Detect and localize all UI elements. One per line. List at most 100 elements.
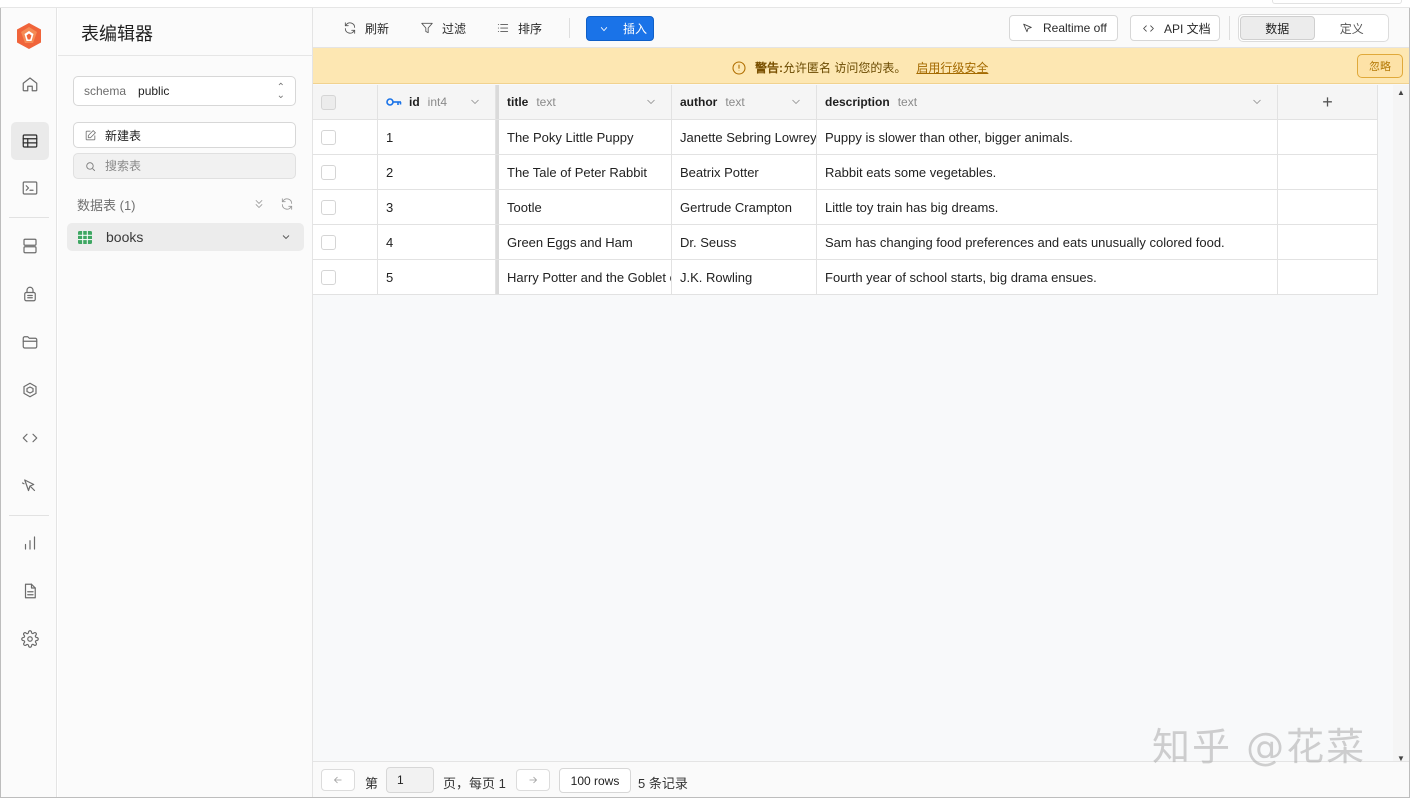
- edge-functions-icon[interactable]: [11, 371, 49, 409]
- table-name: books: [106, 229, 144, 245]
- row-checkbox[interactable]: [321, 199, 336, 215]
- enable-rls-link[interactable]: 启用行级安全: [916, 59, 988, 76]
- rows-per-page-select[interactable]: 100 rows: [559, 768, 631, 793]
- column-header-author[interactable]: author text: [672, 85, 817, 119]
- table-row[interactable]: 1 The Poky Little Puppy Janette Sebring …: [313, 120, 1378, 155]
- refresh-button[interactable]: 刷新: [343, 17, 389, 39]
- cell-author[interactable]: Janette Sebring Lowrey: [672, 120, 817, 154]
- sort-button[interactable]: 排序: [496, 17, 542, 39]
- search-tables-box[interactable]: [73, 153, 296, 179]
- cell-title[interactable]: Green Eggs and Ham: [496, 225, 672, 259]
- row-checkbox[interactable]: [321, 129, 336, 145]
- table-row[interactable]: 3 Tootle Gertrude Crampton Little toy tr…: [313, 190, 1378, 225]
- api-docs-button[interactable]: API 文档: [1130, 15, 1220, 41]
- chevron-down-icon[interactable]: [280, 230, 292, 246]
- chevron-down-icon[interactable]: [1251, 96, 1263, 111]
- cell-author[interactable]: J.K. Rowling: [672, 260, 817, 294]
- scroll-up-icon[interactable]: ▲: [1397, 88, 1405, 97]
- code-icon: [1143, 24, 1154, 32]
- warning-icon: [732, 60, 746, 75]
- toolbar: 刷新 过滤 排序 插入 Realtime off API 文档 数据 定义: [313, 8, 1409, 48]
- tab-data[interactable]: 数据: [1240, 16, 1315, 40]
- table-row[interactable]: 2 The Tale of Peter Rabbit Beatrix Potte…: [313, 155, 1378, 190]
- refresh-icon: [344, 22, 356, 34]
- app-logo-icon[interactable]: [15, 22, 43, 50]
- column-name: id: [409, 95, 420, 109]
- row-checkbox[interactable]: [321, 164, 336, 180]
- vertical-scrollbar[interactable]: ▲ ▼: [1393, 85, 1409, 765]
- realtime-toggle-button[interactable]: Realtime off: [1009, 15, 1118, 41]
- table-editor-icon[interactable]: [11, 122, 49, 160]
- insert-label: 插入: [623, 22, 648, 36]
- warning-text: 允许匿名 访问您的表。: [783, 61, 907, 75]
- rls-warning-banner: 警告: 允许匿名 访问您的表。 启用行级安全 忽略: [313, 48, 1409, 84]
- column-type: text: [725, 95, 745, 109]
- cell-author[interactable]: Dr. Seuss: [672, 225, 817, 259]
- edit-icon: [85, 129, 96, 140]
- page-number-input[interactable]: 1: [386, 767, 434, 793]
- collapse-all-icon[interactable]: [252, 197, 266, 211]
- column-header-id[interactable]: id int4: [378, 85, 496, 119]
- chevron-down-icon[interactable]: [469, 96, 481, 111]
- top-strip: [0, 0, 1410, 8]
- cell-id[interactable]: 2: [378, 155, 496, 189]
- add-column-button[interactable]: +: [1278, 85, 1378, 119]
- cell-title[interactable]: Harry Potter and the Goblet of Fire: [496, 260, 672, 294]
- cell-empty: [1278, 155, 1378, 189]
- database-icon[interactable]: [11, 227, 49, 265]
- column-type: int4: [427, 95, 448, 109]
- row-checkbox[interactable]: [321, 269, 336, 285]
- cell-empty: [1278, 225, 1378, 259]
- chevron-down-icon: [600, 26, 608, 31]
- cell-author[interactable]: Gertrude Crampton: [672, 190, 817, 224]
- column-header-description[interactable]: description text: [817, 85, 1278, 119]
- realtime-cursor-icon[interactable]: [11, 467, 49, 505]
- schema-value: public: [138, 84, 170, 98]
- cell-description[interactable]: Little toy train has big dreams.: [817, 190, 1278, 224]
- table-row[interactable]: 5 Harry Potter and the Goblet of Fire J.…: [313, 260, 1378, 295]
- home-icon[interactable]: [11, 65, 49, 103]
- cell-title[interactable]: The Tale of Peter Rabbit: [496, 155, 672, 189]
- cell-description[interactable]: Sam has changing food preferences and ea…: [817, 225, 1278, 259]
- cell-author[interactable]: Beatrix Potter: [672, 155, 817, 189]
- next-page-button[interactable]: [516, 769, 550, 791]
- cell-description[interactable]: Puppy is slower than other, bigger anima…: [817, 120, 1278, 154]
- cell-title[interactable]: The Poky Little Puppy: [496, 120, 672, 154]
- new-table-button[interactable]: 新建表: [73, 122, 296, 148]
- column-header-title[interactable]: title text: [496, 85, 672, 119]
- cell-id[interactable]: 4: [378, 225, 496, 259]
- cell-id[interactable]: 3: [378, 190, 496, 224]
- cell-id[interactable]: 5: [378, 260, 496, 294]
- ignore-button[interactable]: 忽略: [1357, 54, 1403, 78]
- cell-description[interactable]: Rabbit eats some vegetables.: [817, 155, 1278, 189]
- column-type: text: [897, 95, 918, 109]
- refresh-tables-icon[interactable]: [280, 197, 294, 211]
- search-tables-input[interactable]: [105, 159, 275, 173]
- storage-icon[interactable]: [11, 323, 49, 361]
- schema-select[interactable]: schema public ⌃ ⌄: [73, 76, 296, 106]
- insert-button[interactable]: 插入: [586, 16, 654, 41]
- prev-page-button[interactable]: [321, 769, 355, 791]
- filter-button[interactable]: 过滤: [420, 17, 466, 39]
- cell-title[interactable]: Tootle: [496, 190, 672, 224]
- reports-chart-icon[interactable]: [11, 524, 49, 562]
- settings-gear-icon[interactable]: [11, 620, 49, 658]
- auth-lock-icon[interactable]: [11, 275, 49, 313]
- table-row[interactable]: 4 Green Eggs and Ham Dr. Seuss Sam has c…: [313, 225, 1378, 260]
- row-checkbox[interactable]: [321, 234, 336, 250]
- api-code-icon[interactable]: [11, 419, 49, 457]
- chevron-down-icon[interactable]: [790, 96, 802, 111]
- cell-empty: [1278, 190, 1378, 224]
- chevron-down-icon[interactable]: [645, 96, 657, 111]
- column-type: text: [536, 95, 556, 109]
- sidebar-item-books[interactable]: books: [67, 223, 304, 251]
- new-table-label: 新建表: [105, 128, 142, 143]
- sql-editor-icon[interactable]: [11, 169, 49, 207]
- select-all-checkbox[interactable]: [321, 94, 336, 110]
- logs-document-icon[interactable]: [11, 572, 49, 610]
- data-grid: id int4 title text author text descripti…: [313, 85, 1378, 295]
- icon-rail: [1, 8, 57, 797]
- tab-definition[interactable]: 定义: [1316, 15, 1389, 41]
- cell-description[interactable]: Fourth year of school starts, big drama …: [817, 260, 1278, 294]
- cell-id[interactable]: 1: [378, 120, 496, 154]
